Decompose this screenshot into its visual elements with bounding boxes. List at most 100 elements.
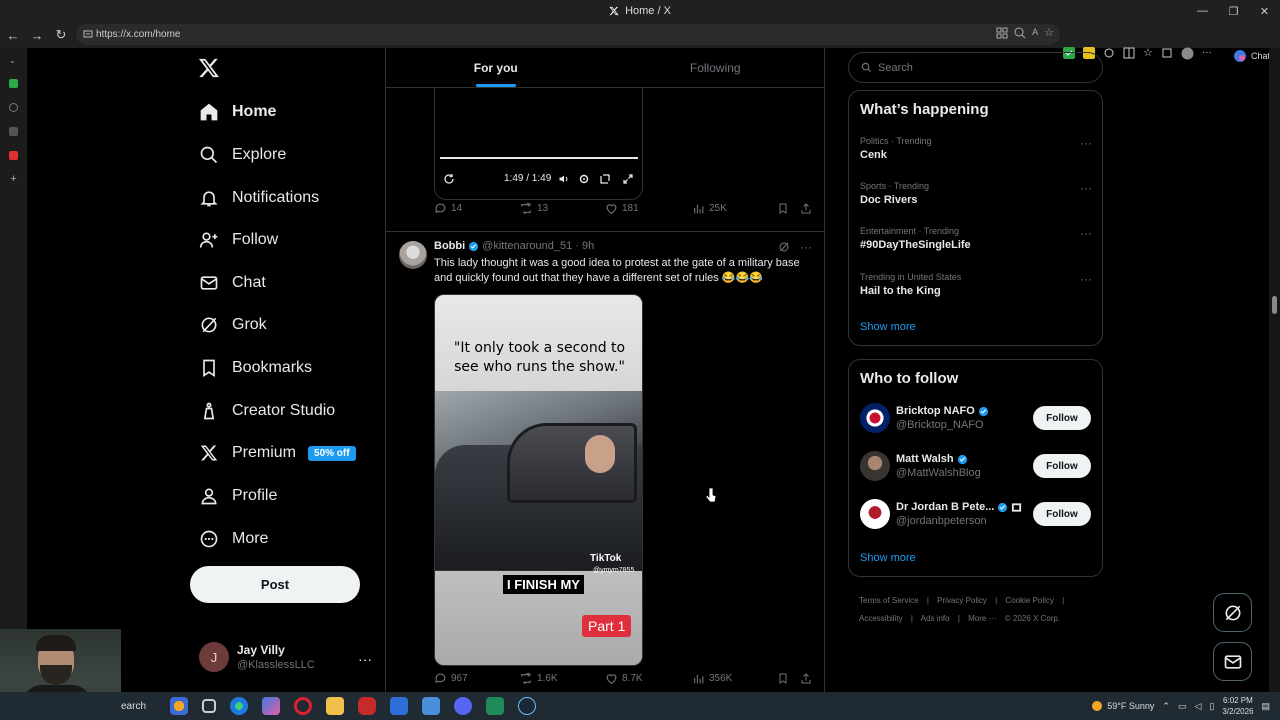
footer-accessibility-link[interactable]: Accessibility [859, 614, 903, 623]
scrollbar-thumb[interactable] [1272, 296, 1277, 314]
post-button[interactable]: Post [190, 566, 360, 603]
settings-gear-icon[interactable] [578, 173, 590, 185]
nav-profile[interactable]: Profile [198, 481, 277, 511]
footer-more-link[interactable]: More ··· [968, 614, 996, 623]
minimize-icon[interactable]: — [1187, 0, 1218, 22]
task-view-icon[interactable] [202, 699, 216, 713]
nav-follow[interactable]: Follow [198, 225, 278, 255]
account-more-icon[interactable]: ··· [358, 651, 372, 667]
bookmark-icon[interactable] [777, 672, 789, 685]
taskbar-widget-icon[interactable] [170, 697, 188, 715]
share-icon[interactable] [800, 202, 812, 215]
app-available-icon[interactable] [996, 27, 1008, 39]
nav-more[interactable]: More [198, 524, 268, 554]
edge-browser-icon[interactable] [230, 697, 248, 715]
views-button[interactable]: 25K [692, 202, 727, 215]
tweet-media-video[interactable]: "It only took a second to see who runs t… [434, 294, 643, 666]
taskbar-search[interactable]: earch [121, 692, 146, 720]
video-progress-bar[interactable] [440, 157, 638, 159]
close-icon[interactable]: ✕ [1249, 0, 1280, 22]
trend-item[interactable]: Entertainment · Trending #90DayTheSingle… [860, 226, 971, 251]
browser-tab[interactable]: Home / X [609, 5, 671, 17]
trend-more-icon[interactable]: ··· [1080, 226, 1092, 240]
trend-more-icon[interactable]: ··· [1080, 136, 1092, 150]
taskbar-clock[interactable]: 6:02 PM 3/2/2026 [1222, 695, 1253, 717]
author-handle[interactable]: @kittenaround_51 [482, 240, 572, 252]
copilot-taskbar-icon[interactable] [262, 697, 280, 715]
discord-icon[interactable] [454, 697, 472, 715]
nav-bookmarks[interactable]: Bookmarks [198, 353, 312, 383]
footer-terms-link[interactable]: Terms of Service [859, 596, 919, 605]
favorites-icon[interactable]: ☆ [1143, 47, 1153, 60]
show-more-trends-link[interactable]: Show more [860, 321, 916, 333]
replay-icon[interactable] [443, 173, 455, 185]
bookmark-icon[interactable] [777, 202, 789, 215]
like-button[interactable]: 181 [605, 202, 639, 215]
footer-privacy-link[interactable]: Privacy Policy [937, 596, 987, 605]
file-explorer-icon[interactable] [326, 697, 344, 715]
like-button[interactable]: 8.7K [605, 672, 643, 685]
sidebar-app-green-icon[interactable] [9, 79, 18, 88]
trend-item[interactable]: Trending in United States Hail to the Ki… [860, 272, 961, 297]
account-switcher[interactable]: J Jay Villy @KlasslessLLC [199, 642, 315, 672]
nav-notifications[interactable]: Notifications [198, 183, 319, 213]
video-player[interactable]: 1:49 / 1:49 [434, 88, 643, 200]
messages-fab-button[interactable] [1213, 642, 1252, 681]
search-input[interactable]: Search [848, 52, 1103, 83]
notification-icon[interactable]: ▤ [1261, 701, 1270, 712]
grok-fab-button[interactable] [1213, 593, 1252, 632]
footer-cookie-link[interactable]: Cookie Policy [1005, 596, 1053, 605]
avatar[interactable] [399, 241, 427, 269]
steam-icon[interactable] [518, 697, 536, 715]
tweet-time[interactable]: · 9h [575, 240, 594, 252]
forward-icon[interactable]: → [25, 23, 49, 47]
network-icon[interactable]: ▭ [1178, 701, 1187, 712]
repost-button[interactable]: 1.6K [519, 672, 558, 685]
volume-icon[interactable]: ◁ [1194, 701, 1201, 712]
app-green-icon[interactable] [486, 697, 504, 715]
views-button[interactable]: 356K [692, 672, 732, 685]
favorite-star-icon[interactable]: ☆ [1044, 27, 1054, 39]
split-screen-icon[interactable] [1123, 47, 1135, 60]
zoom-icon[interactable] [1014, 27, 1026, 39]
x-logo-icon[interactable] [198, 57, 220, 79]
battery-icon[interactable]: ▯ [1209, 701, 1214, 712]
follow-suggestion[interactable]: Matt Walsh @MattWalshBlog [860, 451, 981, 481]
app-grid-icon[interactable] [422, 697, 440, 715]
restore-icon[interactable]: ❐ [1218, 0, 1249, 22]
tray-chevron-icon[interactable]: ⌃ [1162, 701, 1170, 712]
url-bar[interactable]: https://x.com/home A ☆ [76, 24, 1060, 45]
site-info-icon[interactable] [83, 29, 93, 39]
nav-grok[interactable]: Grok [198, 310, 267, 340]
sidebar-app-audio-icon[interactable] [9, 127, 18, 136]
sidebar-youtube-icon[interactable] [9, 151, 18, 160]
repost-button[interactable]: 13 [519, 202, 548, 215]
tab-following[interactable]: Following [606, 48, 825, 87]
footer-ads-link[interactable]: Ads info [921, 614, 950, 623]
nav-home[interactable]: Home [198, 97, 276, 127]
trend-more-icon[interactable]: ··· [1080, 181, 1092, 195]
nav-premium[interactable]: Premium 50% off [198, 438, 356, 468]
follow-suggestion[interactable]: Bricktop NAFO @Bricktop_NAFO [860, 403, 989, 433]
nav-explore[interactable]: Explore [198, 140, 286, 170]
grok-explain-icon[interactable] [778, 241, 790, 253]
back-icon[interactable]: ← [1, 23, 25, 47]
sidebar-settings-icon[interactable] [9, 103, 18, 112]
show-more-follow-link[interactable]: Show more [860, 552, 916, 564]
follow-button[interactable]: Follow [1033, 454, 1091, 478]
follow-button[interactable]: Follow [1033, 406, 1091, 430]
browser-menu-icon[interactable]: ··· [1202, 47, 1212, 60]
reply-button[interactable]: 14 [434, 202, 462, 215]
share-icon[interactable] [800, 672, 812, 685]
nav-creator-studio[interactable]: Creator Studio [198, 396, 335, 426]
copilot-chat-button[interactable]: Chat [1233, 49, 1270, 63]
follow-button[interactable]: Follow [1033, 502, 1091, 526]
reload-icon[interactable]: ↻ [49, 23, 73, 47]
tab-for-you[interactable]: For you [386, 48, 606, 87]
fullscreen-icon[interactable] [622, 173, 634, 185]
follow-suggestion[interactable]: Dr Jordan B Pete... @jordanbpeterson [860, 499, 1022, 529]
extension-puzzle-icon[interactable] [1103, 47, 1115, 60]
author-name[interactable]: Bobbi [434, 240, 465, 252]
nav-chat[interactable]: Chat [198, 268, 266, 298]
collections-icon[interactable] [1161, 47, 1173, 60]
